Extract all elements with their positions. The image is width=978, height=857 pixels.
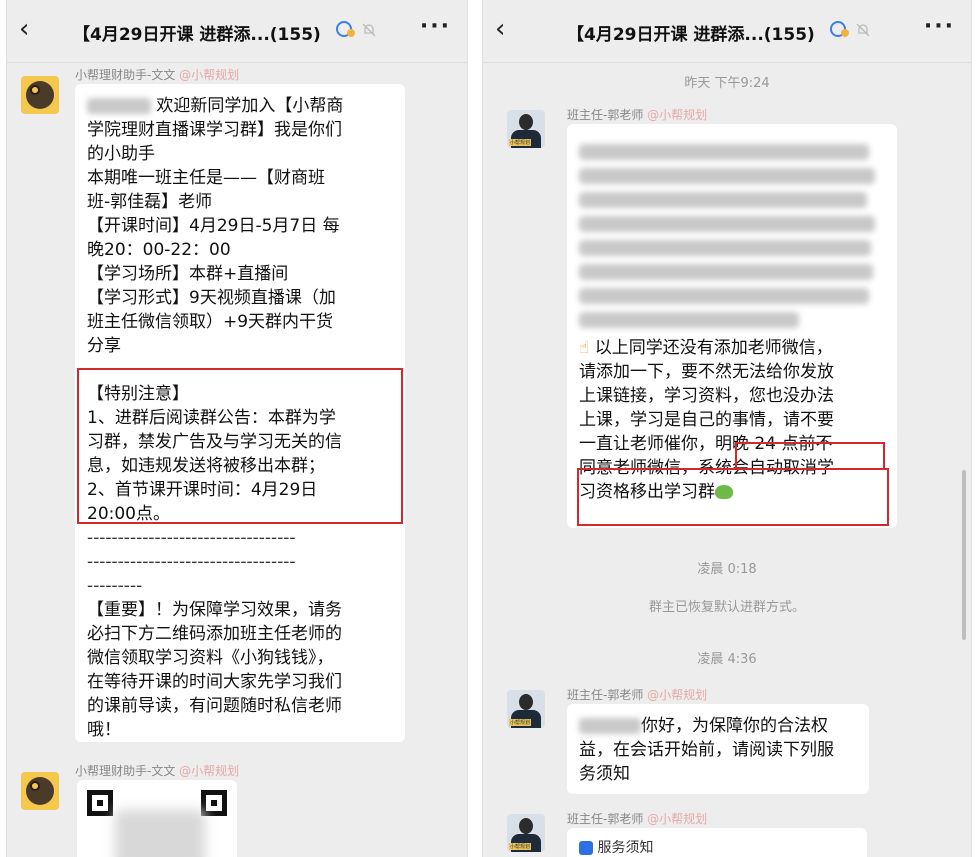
sender-name: 班主任-郭老师 @小帮规划 — [567, 688, 708, 702]
chat-header: ‹ 【4月29日开课 进群添...(155) ··· — [483, 0, 971, 63]
sender-name: 班主任-郭老师 @小帮规划 — [567, 108, 708, 122]
mute-bell-icon — [856, 23, 870, 37]
left-chat-screen: ‹ 【4月29日开课 进群添...(155) ··· 小帮理财助手-文文 @小帮… — [6, 0, 468, 857]
chat-header: ‹ 【4月29日开课 进群添...(155) ··· — [7, 0, 467, 63]
system-message: 群主已恢复默认进群方式。 — [648, 600, 805, 615]
scrollbar[interactable] — [962, 470, 966, 640]
avatar[interactable] — [21, 76, 59, 114]
message-bubble[interactable]: 你好，为保障你的合法权 益，在会话开始前，请阅读下列服 务须知 — [567, 704, 869, 794]
sender-name: 小帮理财助手-文文 @小帮规划 — [75, 68, 240, 82]
highlight-box — [577, 468, 889, 526]
highlight-box — [735, 442, 885, 470]
back-chevron-icon[interactable]: ‹ — [19, 14, 29, 44]
group-chat-icon — [336, 21, 355, 37]
sender-name: 班主任-郭老师 @小帮规划 — [567, 812, 708, 826]
timestamp: 凌晨 0:18 — [697, 562, 757, 577]
notice-doc-icon — [579, 841, 593, 855]
timestamp: 凌晨 4:36 — [697, 652, 757, 667]
chat-title[interactable]: 【4月29日开课 进群添...(155) — [567, 20, 815, 45]
sender-name: 小帮理财助手-文文 @小帮规划 — [75, 764, 240, 778]
avatar[interactable]: 小帮规划 — [507, 110, 545, 148]
blurred-mentions — [579, 134, 885, 336]
qr-code-image[interactable] — [77, 780, 237, 857]
avatar[interactable]: 小帮规划 — [507, 814, 545, 852]
blurred-name — [579, 718, 641, 734]
mute-bell-icon — [362, 23, 376, 37]
back-chevron-icon[interactable]: ‹ — [495, 14, 505, 44]
more-options-button[interactable]: ··· — [420, 14, 451, 39]
timestamp: 昨天 下午9:24 — [684, 76, 770, 91]
avatar[interactable] — [21, 772, 59, 810]
service-notice-card[interactable]: 服务须知 — [567, 828, 867, 857]
right-chat-screen: ‹ 【4月29日开课 进群添...(155) ··· 昨天 下午9:24 小帮规… — [482, 0, 972, 857]
highlight-box — [77, 368, 403, 524]
blurred-name — [87, 98, 151, 114]
more-options-button[interactable]: ··· — [924, 14, 955, 39]
group-chat-icon — [830, 21, 849, 37]
pointing-hand-icon: ☝ — [579, 338, 590, 358]
chat-title[interactable]: 【4月29日开课 进群添...(155) — [73, 20, 321, 45]
avatar[interactable]: 小帮规划 — [507, 690, 545, 728]
